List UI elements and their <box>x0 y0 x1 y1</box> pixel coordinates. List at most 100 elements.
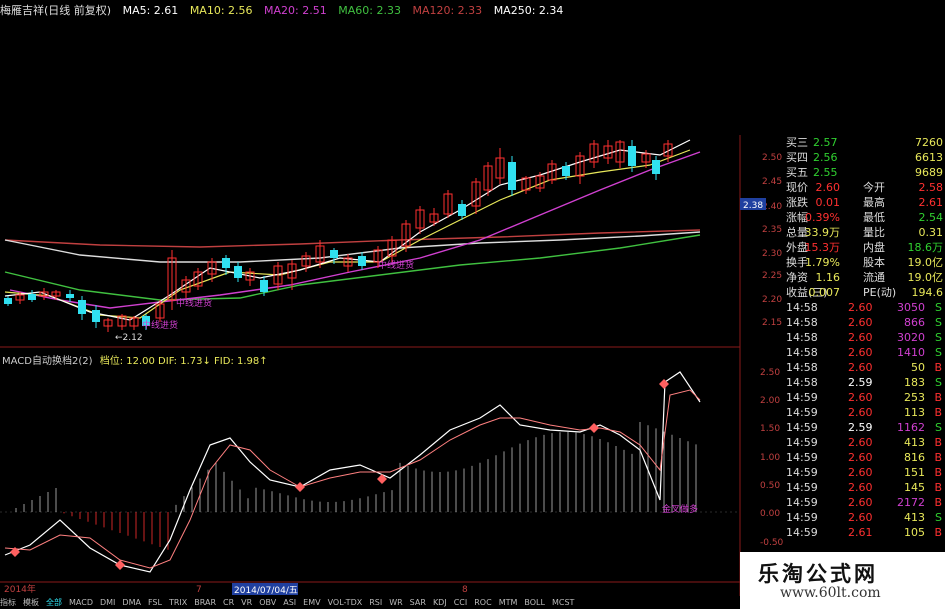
tab-emv[interactable]: EMV <box>303 598 320 607</box>
stat-value: 2.60 <box>815 181 841 194</box>
tab-vol-tdx[interactable]: VOL-TDX <box>328 598 363 607</box>
tick-volume: 866 <box>904 316 925 329</box>
tick-row: 14:58 2.60 1410 S <box>738 345 945 360</box>
tick-volume: 151 <box>904 466 925 479</box>
tick-volume: 413 <box>904 436 925 449</box>
low-price-label: ←2.12 <box>115 333 143 343</box>
stat-value: 2.54 <box>918 211 944 224</box>
tab-mtm[interactable]: MTM <box>499 598 518 607</box>
tick-time: 14:59 <box>786 451 818 464</box>
buy-signal-label: 中线进货 <box>378 259 414 271</box>
tick-row: 14:59 2.60 413 S <box>738 510 945 525</box>
tick-time: 14:59 <box>786 406 818 419</box>
stat-row: 现价 2.60 今开 2.58 <box>738 180 945 195</box>
tick-side: S <box>935 331 942 344</box>
tab-cr[interactable]: CR <box>223 598 234 607</box>
stat-row: 收益(三) 0.007 PE(动) 194.6 <box>738 285 945 300</box>
stat-row: 外盘 15.3万 内盘 18.6万 <box>738 240 945 255</box>
tab-cci[interactable]: CCI <box>454 598 468 607</box>
buy-price: 2.55 <box>813 166 838 179</box>
tick-time: 14:58 <box>786 361 818 374</box>
tick-time: 14:59 <box>786 526 818 539</box>
tab-vr[interactable]: VR <box>241 598 252 607</box>
stat-label: 流通 <box>863 271 885 284</box>
tab-指标[interactable]: 指标 <box>0 598 16 607</box>
tick-side: B <box>934 466 942 479</box>
stat-label: 量比 <box>863 226 885 239</box>
tab-macd[interactable]: MACD <box>69 598 93 607</box>
tick-price: 2.59 <box>848 376 873 389</box>
stat-value: 0.39% <box>805 211 840 224</box>
ma-legend: 梅雁吉祥(日线 前复权) MA5: 2.61 MA10: 2.56 MA20: … <box>0 2 571 17</box>
tick-row: 14:58 2.59 183 S <box>738 375 945 390</box>
tick-volume: 253 <box>904 391 925 404</box>
stat-row: 涨跌 0.01 最高 2.61 <box>738 195 945 210</box>
tick-side: B <box>934 496 942 509</box>
tab-fsl[interactable]: FSL <box>148 598 162 607</box>
tick-side: S <box>935 421 942 434</box>
buy-signal-label: 中线进货 <box>142 319 178 331</box>
tick-side: B <box>934 526 942 539</box>
time-label-date: 2014/07/04/五 <box>234 586 298 596</box>
bid-row: 买四 2.56 6613 <box>738 150 945 165</box>
tab-trix[interactable]: TRIX <box>169 598 187 607</box>
tick-price: 2.61 <box>848 526 873 539</box>
tick-row: 14:58 2.60 50 B <box>738 360 945 375</box>
tab-rsi[interactable]: RSI <box>369 598 382 607</box>
watermark-url: www.60lt.com <box>780 585 881 601</box>
time-label-month: 7 <box>196 585 202 595</box>
candle-body <box>508 162 516 190</box>
tick-time: 14:59 <box>786 421 818 434</box>
stat-row: 换手 1.79% 股本 19.0亿 <box>738 255 945 270</box>
tab-全部[interactable]: 全部 <box>46 598 62 607</box>
tab-sar[interactable]: SAR <box>410 598 426 607</box>
tab-roc[interactable]: ROC <box>474 598 491 607</box>
tick-price: 2.60 <box>848 391 873 404</box>
ma60-label: MA60: 2.33 <box>338 4 401 17</box>
tab-brar[interactable]: BRAR <box>194 598 216 607</box>
stat-label: 净资 <box>786 271 808 284</box>
tab-模板[interactable]: 模板 <box>23 598 39 607</box>
candle-body <box>562 166 570 176</box>
tick-time: 14:58 <box>786 376 818 389</box>
stat-value: 0.007 <box>808 286 841 299</box>
indicator-name: MACD自动换档2(2) <box>2 356 93 367</box>
stat-label: 内盘 <box>863 241 885 254</box>
stat-label: 股本 <box>863 256 885 269</box>
tick-side: B <box>934 406 942 419</box>
indicator-tabs: 指标 模板 全部 MACD DMI DMA FSL TRIX BRAR CR VR OBV ASI EMV… <box>0 596 740 609</box>
tick-row: 14:58 2.60 3050 S <box>738 300 945 315</box>
candle-body <box>458 204 466 216</box>
buy-level-label: 买四 <box>786 151 808 164</box>
tab-dmi[interactable]: DMI <box>100 598 115 607</box>
tick-time: 14:58 <box>786 301 818 314</box>
tab-dma[interactable]: DMA <box>122 598 141 607</box>
tick-time: 14:59 <box>786 391 818 404</box>
bid-row: 买五 2.55 9689 <box>738 165 945 180</box>
tab-kdj[interactable]: KDJ <box>433 598 447 607</box>
candle-body <box>28 294 36 300</box>
stat-row: 净资 1.16 流通 19.0亿 <box>738 270 945 285</box>
tab-obv[interactable]: OBV <box>259 598 276 607</box>
tick-price: 2.60 <box>848 331 873 344</box>
tick-row: 14:59 2.60 2172 B <box>738 495 945 510</box>
cross-marker <box>115 560 125 570</box>
tick-row: 14:59 2.59 1162 S <box>738 420 945 435</box>
tick-side: S <box>935 301 942 314</box>
tab-mcst[interactable]: MCST <box>552 598 574 607</box>
golden-cross-label: 金叉做多 <box>662 503 698 515</box>
stock-name: 梅雁吉祥(日线 前复权) <box>0 4 112 17</box>
tab-boll[interactable]: BOLL <box>524 598 545 607</box>
tick-time: 14:59 <box>786 496 818 509</box>
tick-time: 14:59 <box>786 436 818 449</box>
stat-value: 0.31 <box>918 226 944 239</box>
tick-time: 14:58 <box>786 316 818 329</box>
dea-line <box>4 389 701 569</box>
tab-asi[interactable]: ASI <box>283 598 296 607</box>
tick-price: 2.60 <box>848 466 873 479</box>
tab-wr[interactable]: WR <box>389 598 402 607</box>
tick-side: S <box>935 346 942 359</box>
cross-marker <box>589 423 599 433</box>
ma20-label: MA20: 2.51 <box>264 4 327 17</box>
tick-row: 14:59 2.60 113 B <box>738 405 945 420</box>
